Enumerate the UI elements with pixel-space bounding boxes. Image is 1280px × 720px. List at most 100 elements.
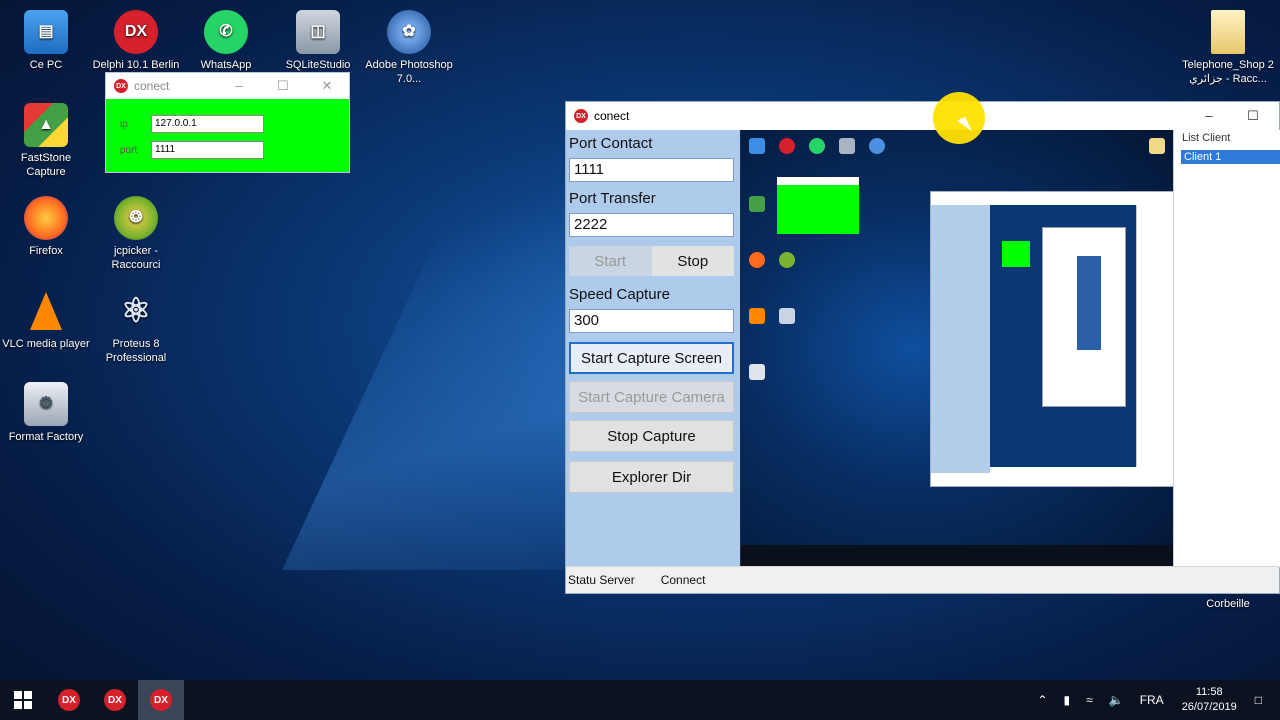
start-capture-camera-button[interactable]: Start Capture Camera [569,381,734,413]
desktop-icon-firefox[interactable]: Firefox [0,196,92,258]
desktop-icon-proteus[interactable]: ⚛ Proteus 8 Professional [90,289,182,365]
nested-screen [990,205,1136,467]
minimize-button[interactable]: – [1187,108,1231,124]
start-button[interactable]: Start [569,246,652,276]
vlc-cone-icon [24,289,68,333]
notifications-icon[interactable]: □ [1255,693,1262,707]
ip-label: ip [120,118,128,130]
speed-capture-input[interactable]: 300 [569,309,734,333]
port-contact-input[interactable]: 1111 [569,158,734,182]
small-conect-window[interactable]: DX conect – ☐ ✕ ip 127.0.0.1 port 1111 [105,72,350,173]
taskbar-delphi-app-3[interactable]: DX [138,680,184,720]
nested-window-capture [930,191,1173,487]
desktop-icon-label: SQLiteStudio [285,59,351,71]
network-icon[interactable]: ≈ [1086,693,1093,707]
whatsapp-icon: ✆ [204,10,248,54]
desktop-icon-photoshop[interactable]: ✿ Adobe Photoshop 7.0... [363,10,455,86]
clock[interactable]: 11:58 26/07/2019 [1182,685,1237,715]
desktop-icon-label: jcpicker - Raccourci [111,245,161,271]
database-icon: ◫ [296,10,340,54]
desktop-icon-jcpicker[interactable]: ❂ jcpicker - Raccourci [90,196,182,272]
delphi-icon: DX [114,10,158,54]
desktop-icon-label: Corbeille [1206,598,1250,610]
desktop-icon-label: Proteus 8 Professional [105,338,167,364]
firefox-icon [24,196,68,240]
stop-capture-button[interactable]: Stop Capture [569,420,734,452]
desktop-icon-delphi[interactable]: DX Delphi 10.1 Berlin [90,10,182,72]
battery-icon[interactable]: ▮ [1064,693,1071,707]
minimize-button[interactable]: – [217,78,261,94]
delphi-app-icon: DX [114,79,128,93]
list-client-title: List Client [1182,132,1231,144]
cursor-highlight [933,92,985,144]
desktop-icon-label: VLC media player [2,338,90,350]
desktop-icon-sqlitestudio[interactable]: ◫ SQLiteStudio [272,10,364,72]
small-window-body: ip 127.0.0.1 port 1111 [106,99,349,172]
port-transfer-input[interactable]: 2222 [569,213,734,237]
nested-left-panel [931,205,990,473]
photoshop-icon: ✿ [387,10,431,54]
maximize-button[interactable]: ☐ [1231,108,1275,124]
clock-date: 26/07/2019 [1181,701,1237,713]
start-button[interactable] [0,680,46,720]
desktop-icon-format-factory[interactable]: ⚙ Format Factory [0,382,92,444]
desktop-icon-ce-pc[interactable]: ▤ Ce PC [0,10,92,72]
mini-desktop-icon [749,252,765,268]
desktop-icon-faststone[interactable]: ▲ FastStone Capture [0,103,92,179]
port-field[interactable]: 1111 [151,141,264,159]
mini-desktop-icon [869,138,885,154]
start-capture-screen-button[interactable]: Start Capture Screen [569,342,734,374]
format-factory-icon: ⚙ [24,382,68,426]
client-list-panel: List Client Client 1 [1173,130,1280,567]
desktop-icon-telephone-shop[interactable]: Telephone_Shop 2 جزائري - Racc... [1182,10,1274,86]
explorer-dir-button[interactable]: Explorer Dir [569,461,734,493]
maximize-button[interactable]: ☐ [261,78,305,94]
main-window-title: conect [594,109,630,123]
nested-right-panel [1136,205,1173,467]
delphi-icon: DX [58,689,80,711]
desktop-icon-label: Adobe Photoshop 7.0... [365,59,453,85]
desktop-icon-label: Delphi 10.1 Berlin [92,59,180,71]
stop-button[interactable]: Stop [651,246,734,276]
server-controls-panel: Port Contact 1111 Port Transfer 2222 Sta… [566,130,740,567]
status-server-text: Statu Server [568,573,635,587]
clock-time: 11:58 [1195,686,1223,698]
system-tray: ⌃ ▮ ≈ 🔈 FRA 11:58 26/07/2019 □ [1029,685,1280,715]
mini-desktop-icon [779,252,795,268]
delphi-icon: DX [150,689,172,711]
main-window-titlebar[interactable]: DX conect – ☐ [566,102,1279,130]
desktop-icon-vlc[interactable]: VLC media player [0,289,92,351]
ip-field[interactable]: 127.0.0.1 [151,115,264,133]
windows-taskbar: DX DX DX ⌃ ▮ ≈ 🔈 FRA 11:58 26/07/2019 □ [0,680,1280,720]
mini-desktop-icon [749,308,765,324]
faststone-capture-icon: ▲ [24,103,68,147]
folder-icon [1211,10,1245,54]
port-label: port [120,144,138,156]
desktop-icon-corbeille[interactable]: Corbeille [1182,597,1274,611]
status-bar: Statu Server Connect [566,566,1279,593]
screen-capture-preview [740,130,1173,567]
taskbar-delphi-app-2[interactable]: DX [92,680,138,720]
chameleon-icon: ❂ [114,196,158,240]
taskbar-delphi-app-1[interactable]: DX [46,680,92,720]
language-indicator[interactable]: FRA [1140,693,1164,707]
delphi-icon: DX [104,689,126,711]
mini-taskbar [741,545,1173,567]
volume-icon[interactable]: 🔈 [1109,693,1124,707]
close-button[interactable]: ✕ [305,78,349,94]
chevron-up-icon[interactable]: ⌃ [1037,693,1047,707]
small-window-titlebar[interactable]: DX conect – ☐ ✕ [106,73,349,99]
desktop-icon-label: Firefox [29,245,63,257]
computer-icon: ▤ [24,10,68,54]
mini-desktop-icon [779,138,795,154]
desktop-icon-whatsapp[interactable]: ✆ WhatsApp [180,10,272,72]
client-list-item[interactable]: Client 1 [1181,150,1280,164]
desktop-icon-label: FastStone Capture [20,152,72,178]
mini-desktop-icon [749,364,765,380]
mini-desktop-icon [749,196,765,212]
desktop-icon-label: Telephone_Shop 2 جزائري - Racc... [1182,59,1274,85]
desktop-icon-label: Format Factory [8,431,84,443]
desktop-icon-label: WhatsApp [200,59,252,71]
main-conect-window[interactable]: DX conect – ☐ Port Contact 1111 Port Tra… [565,101,1280,594]
desktop-icon-label: Ce PC [29,59,63,71]
